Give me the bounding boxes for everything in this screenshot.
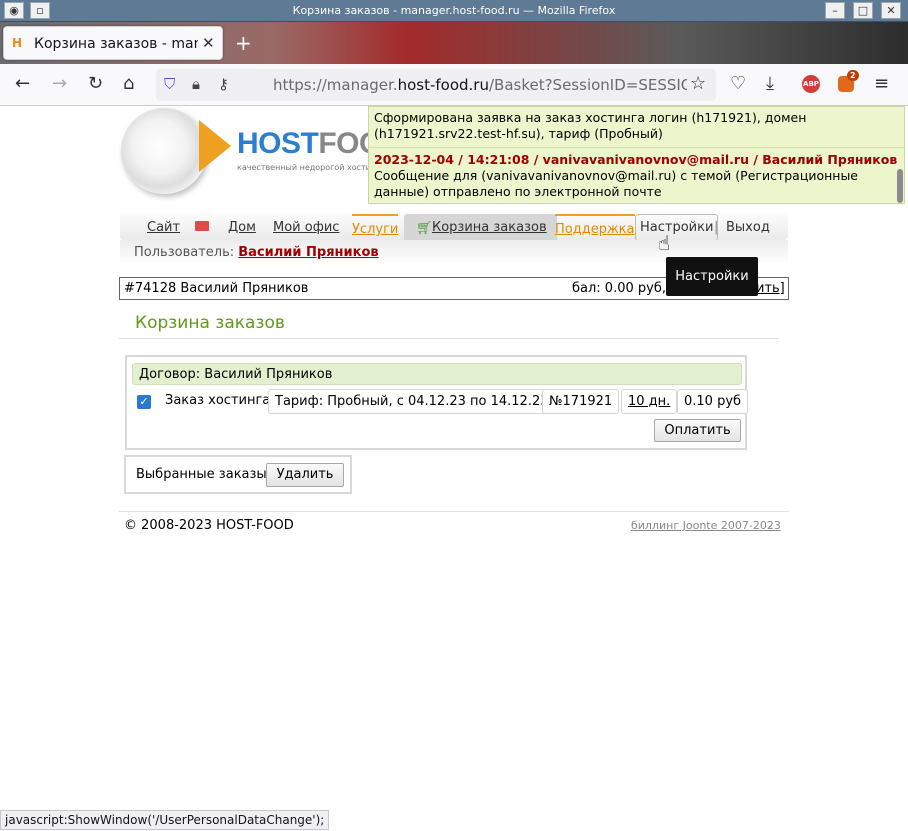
minimize-button[interactable]: –	[825, 2, 845, 19]
cart-icon: 🛒︎	[416, 221, 433, 236]
notification-panel: Сформирована заявка на заказ хостинга ло…	[368, 106, 905, 204]
maximize-button[interactable]: □	[853, 2, 873, 19]
forward-icon[interactable]: →	[52, 74, 67, 94]
contract-box: Договор: Василий Пряников ✓ Заказ хостин…	[125, 355, 749, 450]
order-checkbox[interactable]: ✓	[137, 395, 151, 409]
logo-tagline: качественный недорогой хостинг	[237, 163, 377, 172]
selected-orders-box: Выбранные заказы Удалить	[124, 455, 352, 494]
order-number: №171921	[542, 389, 620, 414]
user-name-link[interactable]: Василий Пряников	[238, 245, 378, 260]
user-label: Пользователь:	[134, 245, 235, 260]
order-name: Заказ хостинга	[165, 393, 271, 408]
app-menu-icon[interactable]: ≡	[874, 74, 889, 94]
url-text[interactable]: https://manager.host-food.ru/Basket?Sess…	[273, 76, 687, 94]
lock-icon[interactable]: 🔒︎	[192, 75, 200, 93]
key-icon[interactable]: ⚷	[218, 75, 229, 93]
menu-my-office[interactable]: Мой офис	[273, 220, 339, 235]
contract-title: Договор: Василий Пряников	[132, 363, 742, 385]
downloads-icon[interactable]: ⤓	[766, 74, 774, 94]
back-icon[interactable]: ←	[15, 74, 30, 94]
close-tab-icon[interactable]: ✕	[202, 34, 215, 52]
order-days-link[interactable]: 10 дн.	[621, 389, 678, 414]
account-balance: бал: 0.00 руб,	[572, 281, 666, 296]
footer-billing-link[interactable]: биллинг Joonte 2007-2023	[631, 519, 781, 532]
selected-orders-label: Выбранные заказы	[136, 467, 267, 482]
notification-text: Сообщение для (vanivavanivanovnov@mail.r…	[374, 168, 859, 199]
account-link[interactable]: ить]	[756, 281, 785, 296]
notification-scrollbar[interactable]	[897, 169, 903, 203]
shield-icon[interactable]: ⛉	[164, 75, 175, 93]
notification-text: Сформирована заявка на заказ хостинга ло…	[374, 110, 807, 141]
pocket-icon[interactable]: ♡	[730, 74, 746, 94]
mail-icon[interactable]	[195, 221, 209, 231]
web-page: HOSTFOOD качественный недорогой хостинг …	[0, 106, 908, 812]
adblock-plus-icon[interactable]: ABP	[802, 75, 820, 93]
pay-button[interactable]: Оплатить	[654, 419, 741, 442]
settings-tooltip: Настройки	[666, 257, 758, 296]
account-id-name: #74128 Василий Пряников	[124, 281, 309, 296]
footer-copyright: © 2008-2023 HOST-FOOD	[124, 518, 294, 533]
extension-icon[interactable]: 2	[838, 70, 859, 92]
title-divider	[119, 338, 779, 339]
tab-strip: H Корзина заказов - manager.host-food.ru…	[0, 22, 908, 64]
menu-home[interactable]: Дом	[228, 220, 256, 235]
footer-divider	[119, 511, 789, 512]
logo-plate-image	[121, 108, 207, 194]
status-bar: javascript:ShowWindow('/UserPersonalData…	[0, 810, 330, 830]
logo-arrow-image	[199, 120, 231, 172]
notification-header: 2023-12-04 / 14:21:08 / vanivavanivanovn…	[374, 152, 898, 167]
menu-cart[interactable]: 🛒︎ Корзина заказов	[404, 214, 557, 241]
extension-badge: 2	[847, 70, 859, 81]
tab-basket[interactable]: H Корзина заказов - manager.host-food.ru…	[3, 26, 223, 60]
order-price: 0.10 руб	[677, 389, 749, 414]
menu-support[interactable]: Поддержка	[555, 214, 635, 237]
menu-site[interactable]: Сайт	[147, 220, 180, 235]
menu-exit[interactable]: Выход	[726, 220, 770, 235]
close-window-button[interactable]: ✕	[881, 2, 901, 19]
hand-cursor-icon: ☝	[658, 231, 671, 255]
bookmark-star-icon[interactable]: ☆	[690, 74, 706, 94]
menu-settings[interactable]: Настройки	[635, 214, 719, 241]
tab-label: Корзина заказов - manager.host-food.ru	[34, 36, 198, 52]
new-tab-icon[interactable]: +	[235, 31, 252, 55]
window-title: Корзина заказов - manager.host-food.ru —…	[292, 4, 616, 17]
hostfood-favicon-icon: H	[12, 36, 23, 50]
page-title: Корзина заказов	[135, 313, 285, 333]
reload-icon[interactable]: ↻	[88, 74, 103, 94]
order-tariff: Тариф: Пробный, с 04.12.23 по 14.12.23	[268, 389, 556, 414]
navigation-toolbar: ← → ↻ ⌂ ⛉ 🔒︎ ⚷ https://manager.host-food…	[0, 64, 908, 106]
main-menu: Сайт Дом Мой офис Услуги 🛒︎ Корзина зака…	[120, 212, 788, 241]
url-bar[interactable]: ⛉ 🔒︎ ⚷ https://manager.host-food.ru/Bask…	[156, 69, 716, 101]
menu-services[interactable]: Услуги	[352, 214, 399, 237]
home-icon[interactable]: ⌂	[123, 74, 134, 94]
menu-divider: |	[714, 220, 719, 235]
delete-button[interactable]: Удалить	[266, 463, 344, 487]
notification-divider	[369, 147, 904, 148]
window-titlebar: ◉ ▫ Корзина заказов - manager.host-food.…	[0, 0, 908, 22]
